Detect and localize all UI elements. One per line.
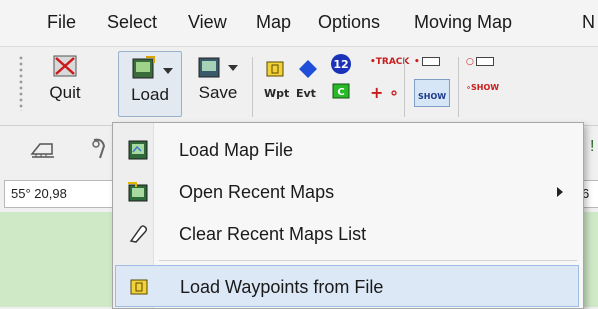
menu-options[interactable]: Options <box>318 12 380 33</box>
menu-item-open-recent-maps[interactable]: Open Recent Maps <box>115 171 579 213</box>
menu-select[interactable]: Select <box>107 12 157 33</box>
eraser-icon <box>129 225 148 243</box>
waypoint-icon <box>130 279 148 295</box>
map-file-icon <box>128 140 148 160</box>
show-route-toggle[interactable]: ∘SHOW <box>466 83 499 92</box>
menu-item-load-map-file[interactable]: Load Map File <box>115 129 579 171</box>
track-dot-icon[interactable]: • <box>414 57 440 67</box>
waypoint-icon[interactable] <box>266 61 284 77</box>
waypoint-number: 12 <box>333 58 348 71</box>
menu-separator <box>159 260 577 261</box>
toolbar-separator <box>458 57 459 117</box>
ruler-icon[interactable] <box>30 140 56 160</box>
event-diamond-icon[interactable] <box>298 59 318 79</box>
load-button[interactable]: Load <box>118 51 182 117</box>
wpt-label: Wpt <box>264 87 290 100</box>
save-dropdown-arrow[interactable] <box>228 65 238 71</box>
map-file-icon <box>132 56 155 79</box>
menu-item-label: Open Recent Maps <box>179 182 335 202</box>
menu-item-clear-recent-maps[interactable]: Clear Recent Maps List <box>115 213 579 255</box>
route-circle-icon[interactable]: ○ <box>466 57 494 67</box>
evt-label: Evt <box>296 87 316 100</box>
menu-item-label: Load Map File <box>179 140 294 160</box>
latitude-field[interactable]: 55° 20,98 <box>4 180 120 208</box>
menu-bar: File Select View Map Options Moving Map … <box>0 0 598 47</box>
tool-icon[interactable] <box>88 136 110 162</box>
right-tool-icon[interactable]: ! <box>590 138 594 156</box>
save-map-icon <box>198 57 220 78</box>
menu-file[interactable]: File <box>47 12 76 33</box>
save-label: Save <box>198 83 238 102</box>
load-label: Load <box>131 85 169 104</box>
submenu-arrow-icon <box>557 187 563 197</box>
show-label: SHOW <box>418 92 447 101</box>
quit-icon <box>53 55 77 77</box>
menu-item-load-waypoints[interactable]: Load Waypoints from File <box>115 265 579 307</box>
load-dropdown-menu: Load Map File Open Recent Maps Clear Rec… <box>112 122 584 309</box>
show-label-2: SHOW <box>471 83 500 92</box>
menu-next[interactable]: N <box>582 12 595 33</box>
quit-label: Quit <box>49 83 81 102</box>
toolbar-separator <box>404 57 405 117</box>
latitude-value: 55° 20,98 <box>11 186 67 201</box>
recent-maps-icon <box>128 182 148 202</box>
load-dropdown-arrow[interactable] <box>163 68 173 74</box>
menu-view[interactable]: View <box>188 12 227 33</box>
quit-button[interactable]: Quit <box>40 53 90 115</box>
add-track-point-icon[interactable]: + ∘ <box>370 83 399 102</box>
menu-moving-map[interactable]: Moving Map <box>414 12 512 33</box>
toolbar-grip[interactable] <box>18 55 24 111</box>
menu-map[interactable]: Map <box>256 12 291 33</box>
waypoint-number-icon[interactable]: 12 <box>330 53 352 75</box>
menu-item-label: Load Waypoints from File <box>180 277 384 297</box>
green-c-icon[interactable]: C <box>332 83 350 99</box>
save-button[interactable]: Save <box>190 53 246 115</box>
svg-text:C: C <box>337 87 344 98</box>
menu-item-label: Clear Recent Maps List <box>179 224 367 244</box>
main-toolbar: Quit Load Save 12 •TRACK Wpt Evt C + ∘ •… <box>0 47 598 126</box>
show-toggle-button[interactable]: SHOW <box>414 79 450 107</box>
toolbar-separator <box>252 57 253 117</box>
